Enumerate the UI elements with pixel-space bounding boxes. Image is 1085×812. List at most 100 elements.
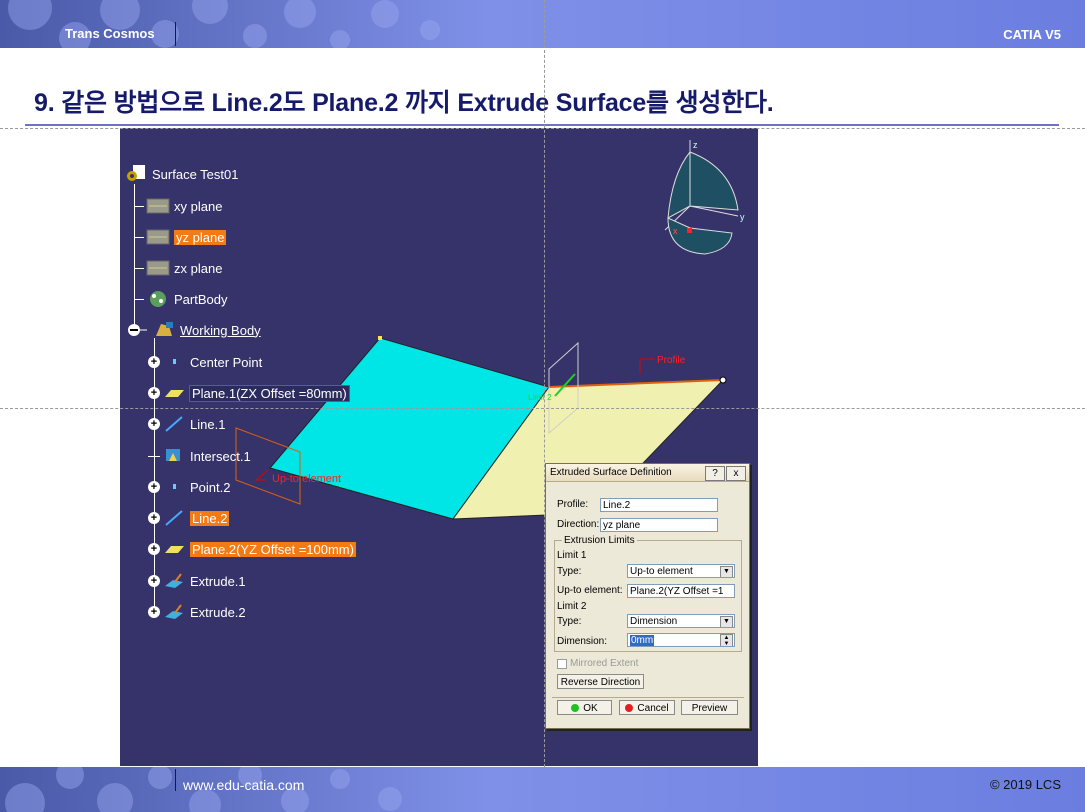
- checkbox-icon[interactable]: [557, 658, 567, 669]
- tree-item-label: PartBody: [174, 291, 228, 307]
- tree-child-label: Point.2: [190, 479, 231, 495]
- tree-root[interactable]: Surface Test01: [124, 164, 238, 184]
- limit2-type-select[interactable]: Dimension ▼: [627, 614, 735, 628]
- line-endpoint: [719, 376, 727, 384]
- compass-z-label: z: [693, 140, 698, 150]
- upto-element-field[interactable]: Plane.2(YZ Offset =1: [627, 584, 735, 598]
- tree-item-label: Working Body: [180, 322, 261, 338]
- tree-child-label: Extrude.1: [190, 573, 246, 589]
- direction-label: Direction:: [557, 519, 600, 530]
- tree-child-line-1[interactable]: + Line.1: [148, 414, 225, 434]
- footer-bar: www.edu-catia.com © 2019 LCS: [0, 767, 1085, 812]
- tree-child-plane-2[interactable]: + Plane.2(YZ Offset =100mm): [148, 539, 356, 559]
- limit1-type-label: Type:: [557, 566, 582, 577]
- extruded-surface-dialog[interactable]: Extruded Surface Definition ? x Profile:…: [545, 463, 750, 729]
- title-underline: [25, 124, 1059, 126]
- upto-element-label: Up-to element:: [557, 585, 623, 596]
- tree-item-label: zx plane: [174, 260, 223, 276]
- tree-child-point-2[interactable]: + Point.2: [148, 477, 230, 497]
- tree-item-partbody[interactable]: PartBody: [134, 289, 227, 309]
- guide-line-horizontal: [0, 128, 1085, 129]
- footer-divider: [175, 769, 176, 791]
- upto-annotation: Up-to element: [272, 473, 341, 485]
- expand-icon[interactable]: +: [148, 418, 160, 430]
- mirrored-extent-label: Mirrored Extent: [570, 658, 639, 669]
- plane-icon: [162, 383, 186, 403]
- reverse-direction-button[interactable]: Reverse Direction: [557, 674, 644, 689]
- point-icon: [162, 477, 186, 497]
- collapse-icon[interactable]: [124, 320, 148, 340]
- direction-field[interactable]: yz plane: [600, 518, 718, 532]
- tree-child-intersect-1[interactable]: Intersect.1: [148, 446, 251, 466]
- tree-child-label: Plane.1(ZX Offset =80mm): [189, 384, 350, 402]
- ok-icon: [571, 704, 580, 712]
- tree-item-yz-plane[interactable]: yz plane: [134, 227, 227, 247]
- copyright-label: © 2019 LCS: [989, 777, 1061, 792]
- close-button[interactable]: x: [726, 466, 746, 481]
- partbody-icon: [146, 289, 170, 309]
- chevron-down-icon[interactable]: ▼: [720, 566, 733, 577]
- profile-label: Profile:: [557, 499, 589, 510]
- limit2-type-value: Dimension: [630, 616, 678, 627]
- website-link[interactable]: www.edu-catia.com: [183, 777, 304, 793]
- profile-leader: [639, 358, 655, 374]
- limit1-type-value: Up-to element: [630, 566, 693, 577]
- expand-icon[interactable]: +: [148, 575, 160, 587]
- limit1-type-select[interactable]: Up-to element ▼: [627, 564, 735, 578]
- tree-item-xy-plane[interactable]: xy plane: [134, 196, 222, 216]
- line-icon: [162, 508, 186, 528]
- spinner-icon[interactable]: ▲ ▼: [720, 634, 733, 646]
- tree-child-label: Extrude.2: [190, 604, 246, 620]
- preview-button[interactable]: Preview: [681, 700, 738, 715]
- dialog-divider: [552, 697, 744, 698]
- extrude-icon: [162, 602, 186, 622]
- tree-item-label: yz plane: [174, 229, 227, 245]
- help-button[interactable]: ?: [705, 466, 725, 481]
- limit2-label: Limit 2: [557, 601, 587, 612]
- header-divider: [175, 22, 176, 46]
- tree-item-working-body[interactable]: Working Body: [124, 320, 261, 340]
- dialog-title: Extruded Surface Definition: [550, 467, 672, 478]
- expand-icon[interactable]: +: [148, 512, 160, 524]
- compass-widget[interactable]: x y z: [664, 140, 745, 255]
- tree-child-label: Center Point: [190, 354, 263, 370]
- tree-child-label: Line.1: [190, 416, 226, 432]
- tree-root-label: Surface Test01: [152, 166, 239, 182]
- brand-label: Trans Cosmos: [65, 26, 155, 41]
- tree-child-extrude-1[interactable]: + Extrude.1: [148, 571, 246, 591]
- guide-line-horizontal: [0, 408, 1085, 409]
- dimension-label: Dimension:: [557, 636, 608, 647]
- dialog-titlebar[interactable]: Extruded Surface Definition ? x: [546, 464, 749, 482]
- part-icon: [124, 164, 148, 184]
- expand-icon[interactable]: +: [148, 543, 160, 555]
- cancel-button[interactable]: Cancel: [619, 700, 675, 715]
- chevron-down-icon[interactable]: ▼: [720, 616, 733, 627]
- cancel-label: Cancel: [637, 703, 669, 714]
- tree-child-label: Line.2: [190, 510, 230, 526]
- profile-annotation: Profile: [657, 355, 686, 366]
- product-label: CATIA V5: [1003, 27, 1061, 42]
- tree-child-plane-1[interactable]: + Plane.1(ZX Offset =80mm): [148, 383, 350, 403]
- dimension-field[interactable]: 0mm ▲ ▼: [627, 633, 735, 647]
- tree-child-extrude-2[interactable]: + Extrude.2: [148, 602, 246, 622]
- line-icon: [162, 414, 186, 434]
- body-icon: [152, 320, 176, 340]
- limit2-type-label: Type:: [557, 616, 582, 627]
- point-marker: [378, 336, 382, 340]
- point-icon: [162, 352, 186, 372]
- expand-icon[interactable]: +: [148, 481, 160, 493]
- profile-field[interactable]: Line.2: [600, 498, 718, 512]
- expand-icon[interactable]: +: [148, 606, 160, 618]
- tree-child-label: Intersect.1: [190, 448, 251, 464]
- expand-icon[interactable]: +: [148, 356, 160, 368]
- ok-label: OK: [583, 703, 598, 714]
- expand-icon[interactable]: +: [148, 387, 160, 399]
- tree-child-line-2[interactable]: + Line.2: [148, 508, 230, 528]
- tree-child-center-point[interactable]: + Center Point: [148, 352, 262, 372]
- limit2-annotation: Limit 2: [528, 393, 552, 402]
- ok-button[interactable]: OK: [557, 700, 612, 715]
- mirrored-extent-checkbox[interactable]: Mirrored Extent: [557, 658, 638, 669]
- compass-x-label: x: [673, 226, 678, 236]
- plane-icon: [146, 227, 170, 247]
- tree-item-zx-plane[interactable]: zx plane: [134, 258, 222, 278]
